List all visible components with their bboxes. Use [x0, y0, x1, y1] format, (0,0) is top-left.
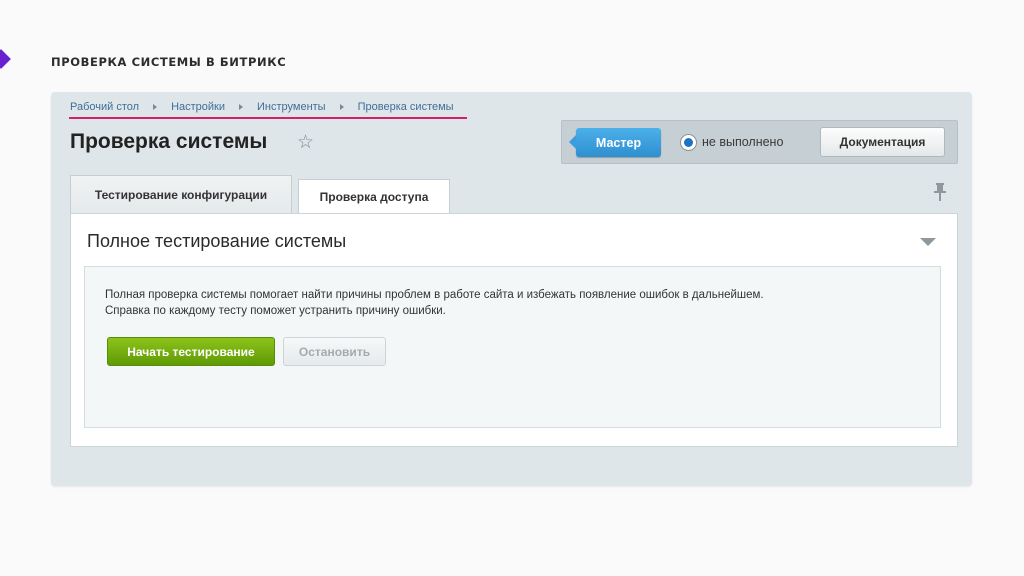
- status-label: не выполнено: [702, 135, 784, 149]
- content-panel: Полное тестирование системы Полная прове…: [70, 213, 958, 447]
- star-icon[interactable]: ☆: [297, 133, 314, 152]
- tab-config-testing[interactable]: Тестирование конфигурации: [70, 175, 292, 213]
- pin-icon[interactable]: [934, 183, 946, 201]
- breadcrumb-item-desktop[interactable]: Рабочий стол: [70, 101, 139, 113]
- tab-access-check[interactable]: Проверка доступа: [298, 179, 450, 213]
- slide-marker: [0, 49, 11, 69]
- section-description: Полная проверка системы помогает найти п…: [105, 287, 764, 319]
- toolbar: Мастер не выполнено Документация: [561, 120, 958, 164]
- breadcrumb-separator-icon: [339, 104, 344, 110]
- chevron-down-icon[interactable]: [920, 238, 936, 246]
- breadcrumb-separator-icon: [239, 104, 243, 110]
- admin-window: Рабочий стол Настройки Инструменты Прове…: [51, 92, 972, 486]
- slide-title: ПРОВЕРКА СИСТЕМЫ В БИТРИКС: [51, 55, 287, 69]
- breadcrumb-item-settings[interactable]: Настройки: [171, 101, 225, 113]
- breadcrumb-separator-icon: [153, 104, 158, 110]
- breadcrumb-highlight-underline: [69, 117, 467, 119]
- description-line-2: Справка по каждому тесту поможет устрани…: [105, 305, 446, 317]
- status-radio-icon: [680, 134, 697, 151]
- section-title: Полное тестирование системы: [87, 231, 347, 251]
- start-testing-button[interactable]: Начать тестирование: [107, 337, 275, 366]
- stop-button[interactable]: Остановить: [283, 337, 386, 366]
- documentation-button[interactable]: Документация: [820, 127, 945, 157]
- master-button[interactable]: Мастер: [569, 128, 661, 157]
- breadcrumb-item-tools[interactable]: Инструменты: [257, 101, 326, 113]
- description-line-1: Полная проверка системы помогает найти п…: [105, 289, 764, 301]
- breadcrumb: Рабочий стол Настройки Инструменты Прове…: [70, 101, 454, 113]
- section-body: Полная проверка системы помогает найти п…: [84, 266, 941, 428]
- page-title: Проверка системы: [70, 130, 268, 153]
- breadcrumb-item-system-check[interactable]: Проверка системы: [358, 101, 454, 113]
